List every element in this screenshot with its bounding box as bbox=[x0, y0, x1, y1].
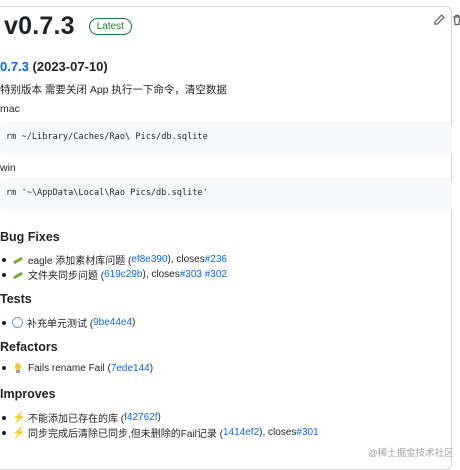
issue-link[interactable]: #303 bbox=[180, 269, 202, 280]
issue-link[interactable]: #236 bbox=[205, 254, 227, 265]
commit-link[interactable]: f42762f bbox=[124, 412, 157, 423]
version-date: (2023-07-10) bbox=[28, 59, 108, 74]
intro-text: 特别版本 需要关闭 App 执行一下命令，清空数据 bbox=[0, 84, 227, 96]
trash-icon[interactable] bbox=[451, 14, 460, 26]
latest-badge: Latest bbox=[88, 18, 132, 35]
commit-link[interactable]: 7ede144 bbox=[111, 363, 150, 374]
list-item: ⚡ 同步完成后清除已同步,但未删除的Fail记录 (1414ef2), clos… bbox=[0, 425, 319, 440]
commit-link[interactable]: 1414ef2 bbox=[223, 427, 259, 438]
pencil-icon[interactable] bbox=[433, 14, 445, 26]
zap-icon: ⚡ bbox=[12, 426, 26, 439]
commit-link[interactable]: 9be44e4 bbox=[93, 317, 132, 328]
list-item: ⚡ 不能添加已存在的库 (f42762f) bbox=[0, 410, 161, 425]
refactors-heading: Refactors bbox=[0, 340, 58, 354]
commit-link[interactable]: ef8e390 bbox=[131, 254, 167, 265]
win-code-block[interactable]: rm '~\AppData\Local\Rao Pics/db.sqlite' bbox=[0, 178, 452, 211]
ring-icon bbox=[12, 317, 23, 328]
bug-icon bbox=[12, 254, 24, 266]
bug-fixes-heading: Bug Fixes bbox=[0, 230, 60, 244]
list-item: 文件夹同步问题 (619c29b), closes #303 #302 bbox=[0, 267, 227, 282]
zap-icon: ⚡ bbox=[12, 411, 26, 424]
improves-heading: Improves bbox=[0, 387, 56, 401]
version-link[interactable]: 0.7.3 bbox=[0, 59, 29, 74]
list-item: Fails rename Fail (7ede144) bbox=[0, 362, 153, 374]
release-header: v0.7.3 Latest bbox=[4, 12, 132, 41]
mac-label: mac bbox=[0, 103, 20, 115]
tests-heading: Tests bbox=[0, 292, 32, 306]
win-command: rm '~\AppData\Local\Rao Pics/db.sqlite' bbox=[6, 188, 208, 198]
version-heading: 0.7.3 (2023-07-10) bbox=[0, 59, 108, 74]
mac-command: rm ~/Library/Caches/Rao\ Pics/db.sqlite bbox=[6, 132, 208, 142]
issue-link[interactable]: #301 bbox=[296, 427, 318, 438]
mac-code-block[interactable]: rm ~/Library/Caches/Rao\ Pics/db.sqlite bbox=[0, 122, 452, 155]
list-item: eagle 添加素材库问题 (ef8e390), closes #236 bbox=[0, 252, 227, 267]
watermark: @稀土掘金技术社区 bbox=[368, 448, 454, 459]
win-label: win bbox=[0, 162, 16, 174]
release-card bbox=[0, 6, 452, 470]
release-title[interactable]: v0.7.3 bbox=[4, 12, 75, 41]
issue-link[interactable]: #302 bbox=[205, 269, 227, 280]
list-item: 补充单元测试 (9be44e4) bbox=[0, 315, 135, 330]
bulb-icon bbox=[12, 362, 24, 374]
bug-icon bbox=[12, 269, 24, 281]
commit-link[interactable]: 619c29b bbox=[104, 269, 142, 280]
